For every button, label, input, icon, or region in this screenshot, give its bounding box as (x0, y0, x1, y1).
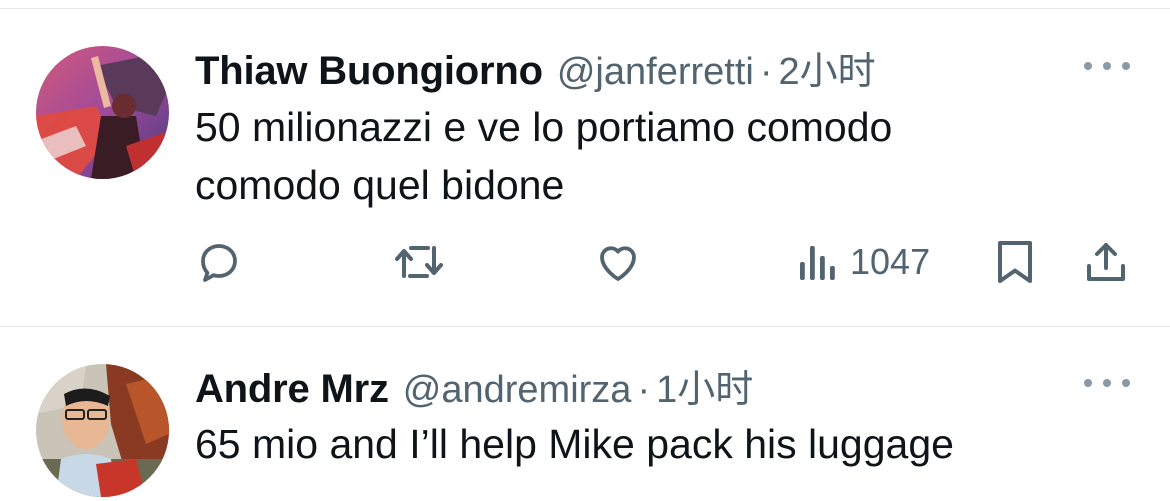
reply-button[interactable] (195, 232, 243, 292)
views-bars-icon (800, 246, 835, 280)
reply-icon (201, 244, 237, 282)
like-heart-icon (600, 246, 636, 281)
tweet-text-line: 50 milionazzi e ve lo portiamo comodo (195, 104, 893, 150)
tweet-text-line: 65 mio and I’ll help Mike pack his lugga… (195, 421, 954, 467)
share-icon (1087, 243, 1125, 281)
avatar[interactable] (36, 364, 169, 497)
username-handle[interactable]: @janferretti (557, 51, 754, 94)
tweet[interactable]: Andre Mrz @andremirza · 1小时 65 mio and I… (0, 327, 1170, 501)
views-count: 1047 (850, 241, 931, 282)
views-button[interactable]: 1047 (796, 232, 930, 292)
more-dots-icon[interactable] (1084, 56, 1130, 76)
tweet[interactable]: Thiaw Buongiorno @janferretti · 2小时 50 m… (0, 0, 1170, 326)
retweet-button[interactable] (392, 232, 446, 292)
timestamp[interactable]: 2小时 (779, 40, 876, 95)
like-button[interactable] (594, 232, 642, 292)
more-dots-icon[interactable] (1084, 373, 1130, 393)
avatar-image (36, 46, 169, 179)
display-name[interactable]: Andre Mrz (195, 367, 389, 412)
avatar[interactable] (36, 46, 169, 179)
share-button[interactable] (1082, 232, 1130, 292)
retweet-icon (395, 246, 443, 278)
tweet-header: Andre Mrz @andremirza · 1小时 (195, 358, 753, 413)
tweet-text-line: comodo quel bidone (195, 162, 565, 208)
display-name[interactable]: Thiaw Buongiorno (195, 49, 543, 94)
bookmark-icon (998, 241, 1032, 283)
timestamp[interactable]: 1小时 (656, 358, 753, 413)
action-bar: 1047 (0, 232, 1170, 292)
tweet-text: 65 mio and I’ll help Mike pack his lugga… (195, 415, 1055, 473)
tweet-text: 50 milionazzi e ve lo portiamo comodo co… (195, 98, 1055, 214)
separator-dot: · (759, 51, 773, 93)
bookmark-button[interactable] (994, 232, 1036, 292)
avatar-image (36, 364, 169, 497)
separator-dot: · (637, 369, 651, 411)
username-handle[interactable]: @andremirza (403, 369, 632, 412)
tweet-header: Thiaw Buongiorno @janferretti · 2小时 (195, 40, 876, 95)
